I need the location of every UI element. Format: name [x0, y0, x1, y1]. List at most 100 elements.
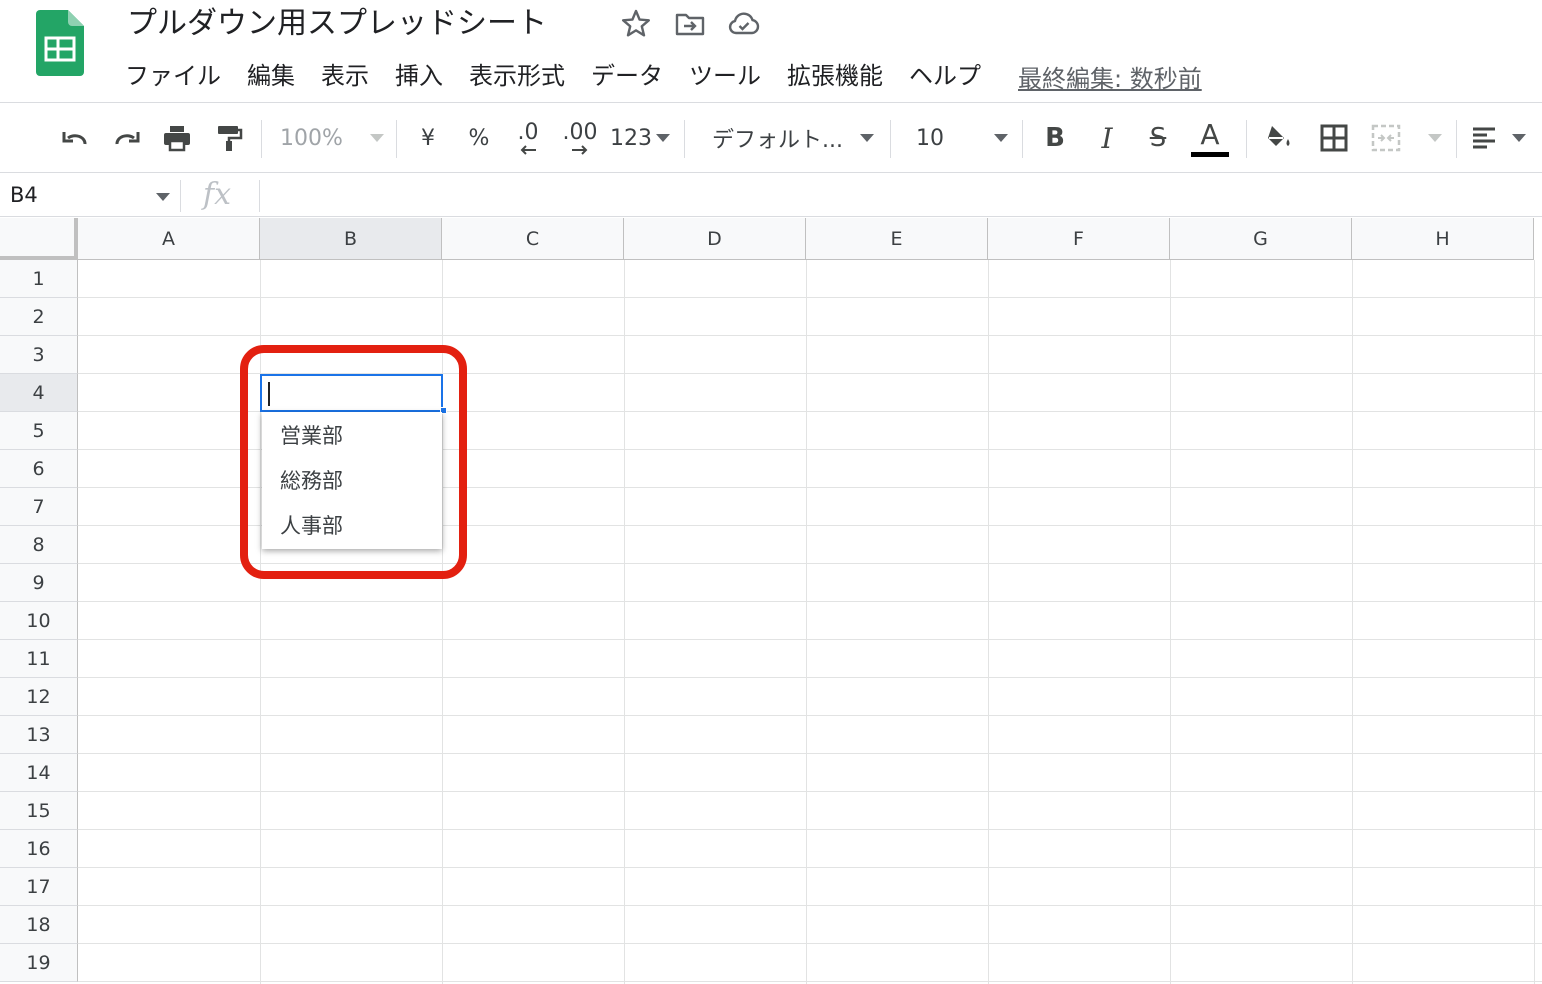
redo-button[interactable]	[108, 103, 146, 173]
menu-edit[interactable]: 編集	[234, 55, 308, 97]
formula-input[interactable]	[272, 174, 1532, 217]
text-color-swatch	[1191, 151, 1229, 157]
font-family-value: デフォルト...	[712, 128, 843, 153]
grid-row-line	[78, 715, 1542, 716]
menu-format[interactable]: 表示形式	[456, 55, 578, 97]
print-icon	[164, 126, 190, 152]
toolbar-separator	[684, 120, 685, 158]
toolbar-separator	[1456, 120, 1457, 158]
strikethrough-button[interactable]: S	[1140, 103, 1176, 173]
bold-icon: B	[1045, 123, 1065, 153]
column-header-e[interactable]: E	[806, 218, 988, 260]
number-format-select[interactable]: 123	[610, 103, 670, 173]
row-header-12[interactable]: 12	[0, 678, 78, 716]
fill-color-button[interactable]	[1262, 103, 1298, 173]
italic-button[interactable]: I	[1090, 103, 1124, 173]
toolbar-separator	[1022, 120, 1023, 158]
grid-row-line	[78, 943, 1542, 944]
column-header-a[interactable]: A	[78, 218, 260, 260]
decrease-decimal-button[interactable]: .0	[508, 103, 548, 173]
row-header-4[interactable]: 4	[0, 374, 78, 412]
chevron-down-icon[interactable]	[156, 193, 170, 201]
row-header-2[interactable]: 2	[0, 298, 78, 336]
last-edit-link[interactable]: 最終編集: 数秒前	[1018, 59, 1202, 94]
arrow-right-icon	[572, 145, 588, 155]
row-header-5[interactable]: 5	[0, 412, 78, 450]
text-color-button[interactable]: A	[1190, 103, 1230, 173]
formula-bar-separator	[259, 180, 260, 212]
grid-row-line	[78, 981, 1542, 982]
row-header-16[interactable]: 16	[0, 830, 78, 868]
column-header-h[interactable]: H	[1352, 218, 1534, 260]
align-left-icon	[1473, 127, 1495, 149]
currency-format-button[interactable]: ¥	[412, 103, 444, 173]
sheet-grid[interactable]: A B C D E F G H 1 2 3 4 5 6 7 8 9 10 11 12 13 14 15 16 17 18 19	[0, 218, 1542, 984]
grid-row-line	[78, 677, 1542, 678]
increase-decimal-icon: .00	[562, 120, 598, 145]
grid-column-line	[988, 260, 989, 984]
paint-format-icon	[218, 126, 243, 151]
horizontal-align-select[interactable]	[1470, 103, 1526, 173]
chevron-down-icon	[860, 134, 874, 142]
row-header-6[interactable]: 6	[0, 450, 78, 488]
column-header-g[interactable]: G	[1170, 218, 1352, 260]
paint-format-button[interactable]	[210, 103, 248, 173]
percent-format-button[interactable]: %	[462, 103, 496, 173]
font-size-select[interactable]: 10	[916, 103, 1008, 173]
zoom-select[interactable]: 100%	[280, 103, 384, 173]
menu-insert[interactable]: 挿入	[382, 55, 456, 97]
toolbar-separator	[890, 120, 891, 158]
row-header-8[interactable]: 8	[0, 526, 78, 564]
grid-row-line	[78, 829, 1542, 830]
undo-button[interactable]	[56, 103, 94, 173]
grid-row-line	[78, 753, 1542, 754]
column-header-c[interactable]: C	[442, 218, 624, 260]
sheets-logo-icon[interactable]	[36, 10, 84, 76]
row-header-19[interactable]: 19	[0, 944, 78, 982]
name-box[interactable]: B4	[10, 174, 38, 217]
row-header-1[interactable]: 1	[0, 260, 78, 298]
menu-extensions[interactable]: 拡張機能	[774, 55, 896, 97]
menu-file[interactable]: ファイル	[112, 55, 234, 97]
row-header-15[interactable]: 15	[0, 792, 78, 830]
grid-row-line	[78, 905, 1542, 906]
merge-cells-select[interactable]	[1370, 103, 1442, 173]
menu-view[interactable]: 表示	[308, 55, 382, 97]
app-header: プルダウン用スプレッドシート ファイル 編集 表示 挿入 表示形式 データ ツー…	[0, 0, 1542, 103]
menu-data[interactable]: データ	[578, 55, 676, 97]
percent-icon: %	[468, 125, 490, 151]
column-header-d[interactable]: D	[624, 218, 806, 260]
print-button[interactable]	[158, 103, 196, 173]
increase-decimal-button[interactable]: .00	[558, 103, 602, 173]
row-header-10[interactable]: 10	[0, 602, 78, 640]
formula-bar-separator	[180, 180, 181, 212]
document-title[interactable]: プルダウン用スプレッドシート	[127, 2, 547, 46]
row-header-13[interactable]: 13	[0, 716, 78, 754]
row-header-18[interactable]: 18	[0, 906, 78, 944]
grid-row-line	[78, 791, 1542, 792]
menu-bar: ファイル 編集 表示 挿入 表示形式 データ ツール 拡張機能 ヘルプ 最終編集…	[112, 55, 1202, 97]
row-header-17[interactable]: 17	[0, 868, 78, 906]
row-header-3[interactable]: 3	[0, 336, 78, 374]
select-all-corner[interactable]	[0, 218, 78, 260]
star-icon[interactable]	[618, 6, 654, 42]
toolbar: 100% ¥ % .0 .00 123 デフォルト... 10 B I S A	[0, 103, 1542, 173]
move-folder-icon[interactable]	[672, 6, 708, 42]
grid-column-line	[1352, 260, 1353, 984]
column-header-f[interactable]: F	[988, 218, 1170, 260]
cloud-saved-icon[interactable]	[726, 6, 762, 42]
row-header-11[interactable]: 11	[0, 640, 78, 678]
row-header-14[interactable]: 14	[0, 754, 78, 792]
menu-tools[interactable]: ツール	[676, 55, 774, 97]
bold-button[interactable]: B	[1038, 103, 1072, 173]
column-header-b[interactable]: B	[260, 218, 442, 260]
font-family-select[interactable]: デフォルト...	[712, 103, 874, 173]
borders-button[interactable]	[1316, 103, 1352, 173]
formula-bar: B4 fx	[0, 174, 1542, 217]
menu-help[interactable]: ヘルプ	[896, 55, 994, 97]
grid-row-line	[78, 297, 1542, 298]
fx-icon: fx	[203, 177, 232, 212]
toolbar-separator	[1246, 120, 1247, 158]
row-header-7[interactable]: 7	[0, 488, 78, 526]
row-header-9[interactable]: 9	[0, 564, 78, 602]
